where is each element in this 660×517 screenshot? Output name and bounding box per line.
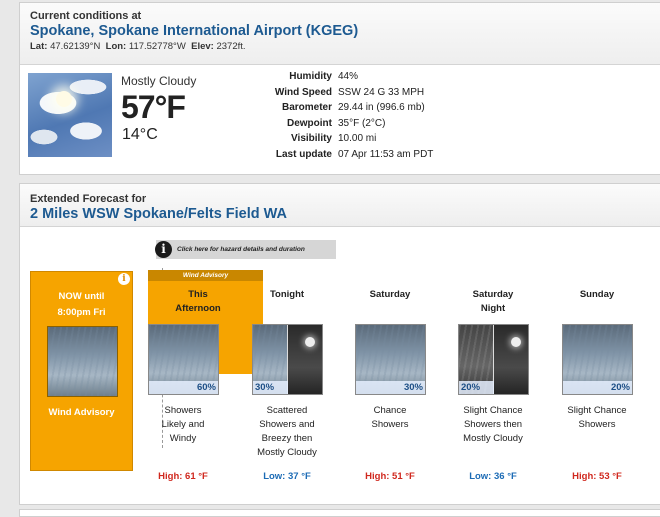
- current-conditions-label: Current conditions at: [30, 10, 142, 22]
- precip-chance: 20%: [459, 381, 494, 394]
- lat-value: 47.62139°N: [50, 41, 101, 52]
- precip-chance: 60%: [149, 381, 218, 394]
- mostly-cloudy-icon: [28, 73, 112, 157]
- scattered-showers-night-icon[interactable]: 30%: [252, 324, 323, 395]
- detail-row-barometer: Barometer 29.44 in (996.6 mb): [281, 102, 425, 113]
- info-icon: i: [155, 241, 172, 258]
- conditions-details-table: Humidity 44% Wind Speed SSW 24 G 33 MPH Ba…: [270, 71, 434, 164]
- lon-label: Lon:: [105, 41, 127, 52]
- detail-row-wind-speed: Wind Speed SSW 24 G 33 MPH: [274, 86, 425, 98]
- short-forecast: Chance Showers: [371, 405, 409, 430]
- slight-chance-showers-night-icon[interactable]: 20%: [458, 324, 529, 395]
- temp-low: Low: 37 °F: [263, 471, 311, 482]
- elev-label: Elev:: [191, 41, 214, 52]
- info-icon[interactable]: i: [118, 273, 130, 285]
- temp-low: Low: 36 °F: [469, 471, 517, 482]
- current-conditions-body: Mostly Cloudy 57°F 14°C Humidity 44% Wind…: [20, 65, 660, 173]
- lon-value: 117.52778°W: [128, 41, 186, 52]
- temperature-f: 57°F: [121, 89, 186, 125]
- rain-showers-icon: [47, 326, 118, 397]
- now-advisory-card[interactable]: i NOW until 8:00pm Fri Wind Advisory: [30, 271, 133, 471]
- lat-label: Lat:: [30, 41, 48, 52]
- extended-forecast-label: Extended Forecast for: [30, 193, 147, 205]
- current-conditions-panel: Current conditions at Spokane, Spokane I…: [19, 2, 660, 175]
- temperature-c: 14°C: [122, 126, 158, 143]
- now-advisory-title: NOW until 8:00pm Fri: [57, 291, 106, 318]
- condition-summary: Mostly Cloudy: [121, 74, 197, 88]
- extended-forecast-header: Extended Forecast for 2 Miles WSW Spokan…: [20, 184, 660, 227]
- short-forecast: Slight Chance Showers: [567, 405, 627, 430]
- station-coordinates: Lat: 47.62139°N Lon: 117.52778°W Elev: 2…: [30, 41, 653, 52]
- moon-icon: [511, 337, 521, 347]
- precip-chance: 30%: [253, 381, 288, 394]
- short-forecast: Scattered Showers and Breezy then Mostly…: [257, 405, 317, 458]
- period-name: Saturday Night: [472, 289, 514, 314]
- current-conditions-header: Current conditions at Spokane, Spokane I…: [20, 3, 660, 65]
- period-name: This Afternoon: [175, 289, 221, 314]
- temp-high: High: 51 °F: [365, 471, 415, 482]
- period-name: Tonight: [269, 289, 305, 300]
- short-forecast: Showers Likely and Windy: [161, 405, 205, 444]
- period-name: Saturday: [369, 289, 411, 300]
- detail-row-last-update: Last update 07 Apr 11:53 am PDT: [275, 148, 434, 160]
- showers-likely-icon[interactable]: 60%: [148, 324, 219, 395]
- temp-high: High: 61 °F: [158, 471, 208, 482]
- moon-icon: [305, 337, 315, 347]
- period-name: Sunday: [579, 289, 615, 300]
- extended-forecast-panel: Extended Forecast for 2 Miles WSW Spokan…: [19, 183, 660, 505]
- chance-showers-icon[interactable]: 30%: [355, 324, 426, 395]
- next-panel-edge: [19, 509, 660, 517]
- detail-row-humidity: Humidity 44%: [289, 71, 359, 82]
- precip-chance: 20%: [563, 381, 632, 394]
- short-forecast: Slight Chance Showers then Mostly Cloudy: [463, 405, 523, 444]
- wind-advisory-label: Wind Advisory: [48, 407, 115, 418]
- precip-chance: 30%: [356, 381, 425, 394]
- forecast-location-link[interactable]: 2 Miles WSW Spokane/Felts Field WA: [30, 206, 653, 222]
- advisory-tag: Wind Advisory: [148, 270, 263, 281]
- hazard-details-button[interactable]: i Click here for hazard details and dura…: [155, 240, 336, 259]
- detail-row-dewpoint: Dewpoint 35°F (2°C): [287, 117, 386, 129]
- slight-chance-showers-icon[interactable]: 20%: [562, 324, 633, 395]
- temp-high: High: 53 °F: [572, 471, 622, 482]
- detail-row-visibility: Visibility 10.00 mi: [291, 133, 377, 144]
- elev-value: 2372ft.: [216, 41, 246, 52]
- station-name-link[interactable]: Spokane, Spokane International Airport (…: [30, 23, 653, 39]
- hazard-details-text: Click here for hazard details and durati…: [177, 246, 305, 253]
